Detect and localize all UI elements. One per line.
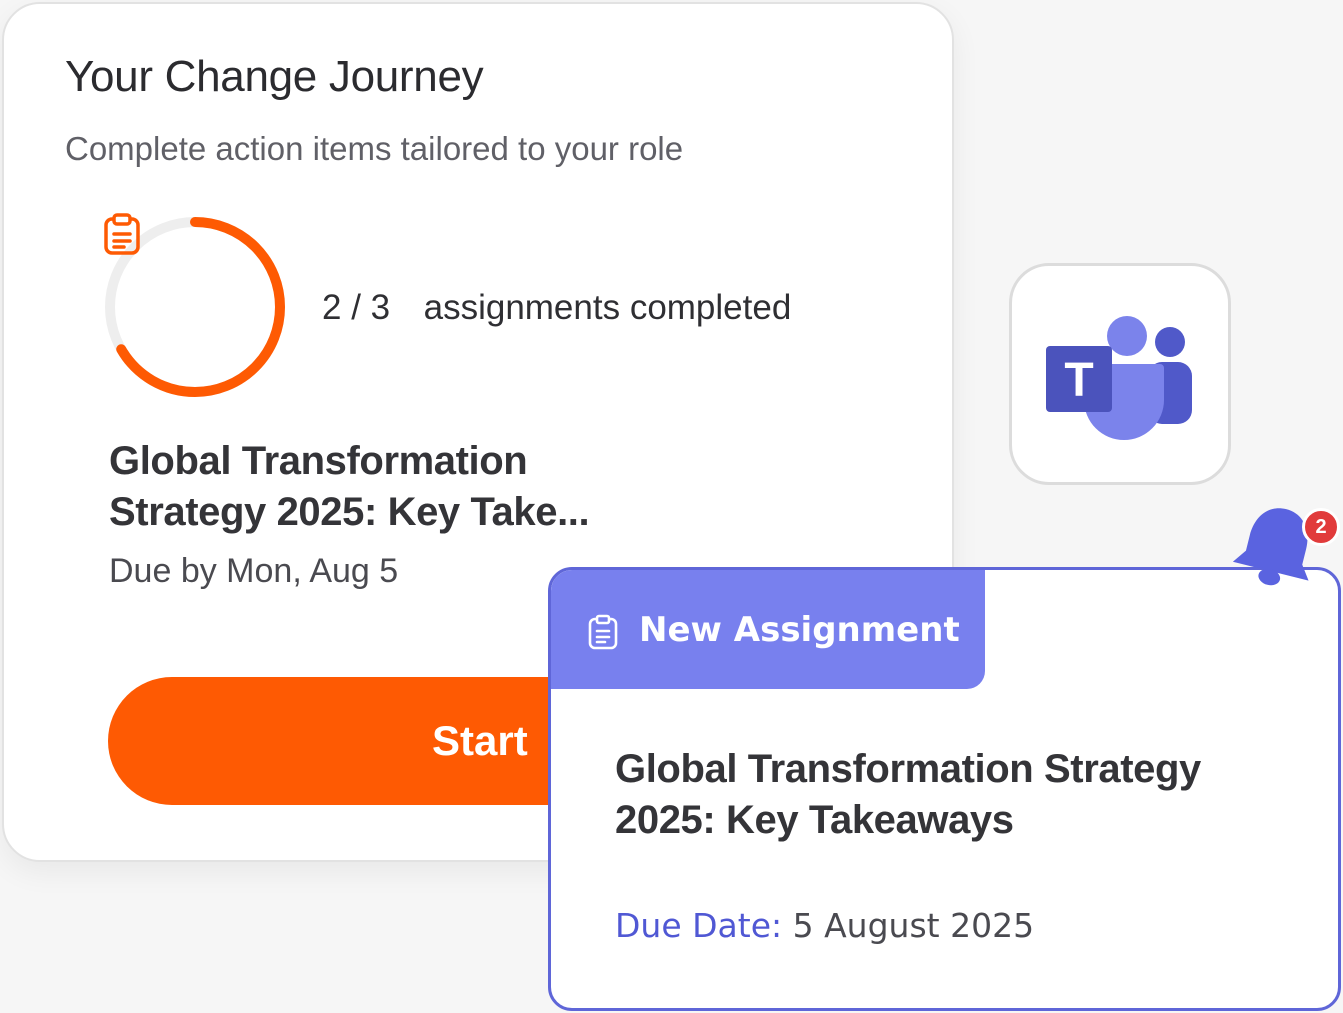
completed-count: 2: [322, 288, 342, 327]
notification-header: New Assignment: [551, 570, 985, 689]
progress-separator: /: [351, 288, 361, 327]
clipboard-icon: [104, 213, 140, 255]
notification-count-badge: 2: [1302, 508, 1340, 546]
teams-app-tile[interactable]: T: [1009, 263, 1231, 485]
progress-label: assignments completed: [423, 288, 792, 327]
notification-due-date: Due Date: 5 August 2025: [615, 906, 1034, 945]
due-date-value: 5 August 2025: [792, 906, 1035, 945]
assignment-title: Global Transformation Strategy 2025: Key…: [109, 439, 590, 534]
journey-subtitle: Complete action items tailored to your r…: [65, 130, 684, 167]
microsoft-teams-icon: T: [1046, 316, 1192, 440]
clipboard-icon: [588, 614, 618, 650]
notification-bell[interactable]: 2: [1232, 500, 1342, 592]
new-assignment-notification[interactable]: New Assignment Global Transformation Str…: [548, 567, 1341, 1011]
notification-header-label: New Assignment: [639, 610, 960, 650]
progress-ring: [100, 212, 290, 402]
teams-letter: T: [1064, 354, 1093, 407]
progress-summary: 2 / 3 assignments completed: [322, 288, 791, 328]
total-count: 3: [370, 288, 391, 327]
notification-title: Global Transformation Strategy 2025: Key…: [615, 747, 1201, 842]
assignment-due-date: Due by Mon, Aug 5: [109, 552, 399, 590]
journey-title: Your Change Journey: [65, 52, 484, 101]
due-date-label: Due Date:: [615, 906, 783, 945]
